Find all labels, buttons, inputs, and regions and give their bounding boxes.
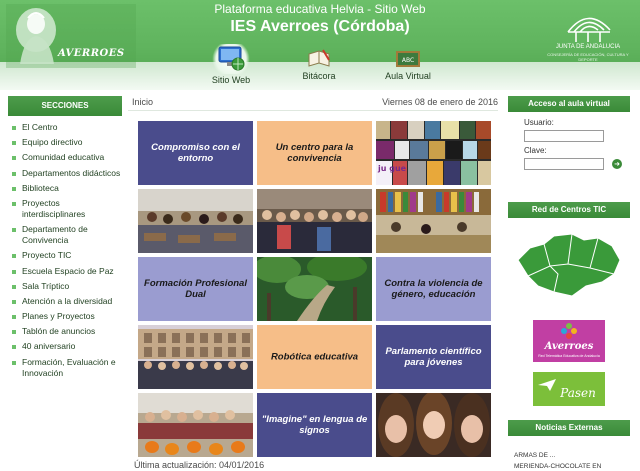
section-espacio-de-paz[interactable]: Escuela Espacio de Paz [8,266,122,277]
tile-students-hall-photo[interactable] [257,189,372,253]
section-sala-triptico[interactable]: Sala Tríptico [8,281,122,292]
bullet-icon [12,201,16,206]
section-el-centro[interactable]: El Centro [8,122,122,133]
students-classroom-image [138,189,253,253]
bullet-icon [12,284,16,289]
tile-compromiso-entorno[interactable]: Compromiso con el entorno [138,121,253,185]
news-item[interactable]: MERIENDA-CHOCOLATE EN ADULTOS [514,463,626,471]
section-formacion[interactable]: Formación, Evaluación e Innovación [8,357,122,379]
section-equipo-directivo[interactable]: Equipo directivo [8,137,122,148]
news-title: Noticias Externas [508,420,630,436]
tic-network-title: Red de Centros TIC [508,202,630,218]
pasen-banner[interactable]: Pasen [533,372,605,406]
bullet-icon [12,156,16,161]
login-title: Acceso al aula virtual [508,96,630,112]
tile-three-girls-photo[interactable] [376,393,491,457]
tile-pumpkins-photo[interactable] [138,393,253,457]
pumpkins-class-image [138,393,253,457]
students-hall-image [257,189,372,253]
login-go-icon[interactable]: ➜ [612,159,622,169]
section-diversidad[interactable]: Atención a la diversidad [8,296,122,307]
section-convivencia[interactable]: Departamento de Convivencia [8,224,122,246]
bullet-icon [12,126,16,130]
section-tablon[interactable]: Tablón de anuncios [8,326,122,337]
breadcrumb[interactable]: Inicio [132,97,153,107]
news-list: ARMAS DE ... MERIENDA-CHOCOLATE EN ADULT… [508,436,630,471]
sections-menu: El Centro Equipo directivo Comunidad edu… [8,122,122,379]
nav-bitacora[interactable]: Bitácora [283,48,355,81]
section-comunidad-educativa[interactable]: Comunidad educativa [8,152,122,163]
nav-label: Bitácora [302,71,336,81]
section-departamentos[interactable]: Departamentos didácticos [8,168,122,179]
site-header: AVERROES Plataforma educativa Helvia - S… [0,0,640,90]
tile-parlamento-cientifico[interactable]: Parlamento científico para jóvenes [376,325,491,389]
nav-label: Sitio Web [211,75,251,85]
tile-fp-dual[interactable]: Formación Profesional Dual [138,257,253,321]
library-image [376,189,491,253]
news-item[interactable]: ARMAS DE ... [514,452,626,460]
nav-label: Aula Virtual [385,71,431,81]
logo-text: AVERROES [58,48,125,59]
tile-book-covers-photo[interactable]: ju gue [376,121,491,185]
flower-logo-icon [561,323,577,339]
bullet-icon [12,171,16,176]
right-sidebar: Acceso al aula virtual Usuario: Clave: ➜… [508,96,630,471]
abc-board-icon: ABC [396,51,420,67]
bullet-icon [12,315,16,320]
bullet-icon [12,299,16,304]
current-date: Viernes 08 de enero de 2016 [382,97,498,107]
tile-colosseum-photo[interactable] [138,325,253,389]
bullet-icon [12,228,16,233]
nav-aula-virtual[interactable]: ABC Aula Virtual [372,50,444,81]
tile-centro-convivencia[interactable]: Un centro para la convivencia [257,121,372,185]
section-40-aniversario[interactable]: 40 aniversario [8,341,122,352]
login-form: Usuario: Clave: ➜ [508,112,630,182]
averroes-banner[interactable]: Averroes Red Telemática Educativa de And… [533,320,605,362]
bullet-icon [12,254,16,259]
bullet-icon [12,330,16,335]
book-covers-image: ju gue [376,121,491,185]
junta-name: JUNTA DE ANDALUCIA [555,44,621,50]
last-updated: Última actualización: 04/01/2016 [134,460,265,470]
book-pen-icon [308,49,330,67]
user-label: Usuario: [524,118,554,127]
monitor-globe-icon [218,46,245,71]
divider [128,110,498,111]
password-field[interactable] [524,158,604,170]
junta-subtitle: CONSEJERÍA DE EDUCACIÓN, CULTURA Y DEPOR… [547,52,629,62]
tile-library-photo[interactable] [376,189,491,253]
three-girls-image [376,393,491,457]
svg-text:ABC: ABC [402,57,414,64]
section-proyecto-tic[interactable]: Proyecto TIC [8,250,122,261]
section-proyectos-interdisciplinares[interactable]: Proyectos interdisciplinares [8,198,122,220]
colosseum-trip-image [138,325,253,389]
tile-forest-photo[interactable] [257,257,372,321]
bullet-icon [12,186,16,191]
section-planes-proyectos[interactable]: Planes y Proyectos [8,311,122,322]
bullet-icon [12,345,16,350]
andalucia-map[interactable] [514,230,624,302]
tile-robotica[interactable]: Robótica educativa [257,325,372,389]
bullet-icon [12,141,16,146]
tile-students-classroom-photo[interactable] [138,189,253,253]
forest-trail-image [257,257,372,321]
tile-violencia-genero[interactable]: Contra la violencia de género, educación [376,257,491,321]
sections-sidebar: SECCIONES El Centro Equipo directivo Com… [8,96,122,471]
svg-text:ju gue: ju gue [377,164,407,173]
password-label: Clave: [524,146,547,155]
bullet-icon [12,269,16,274]
bullet-icon [12,360,16,365]
user-field[interactable] [524,130,604,142]
tile-imagine-signos[interactable]: "Imagine" en lengua de signos [257,393,372,457]
sections-title: SECCIONES [8,96,122,116]
section-biblioteca[interactable]: Biblioteca [8,183,122,194]
nav-sitio-web[interactable]: Sitio Web [195,44,267,85]
tile-grid: Compromiso con el entorno Un centro para… [138,121,492,459]
